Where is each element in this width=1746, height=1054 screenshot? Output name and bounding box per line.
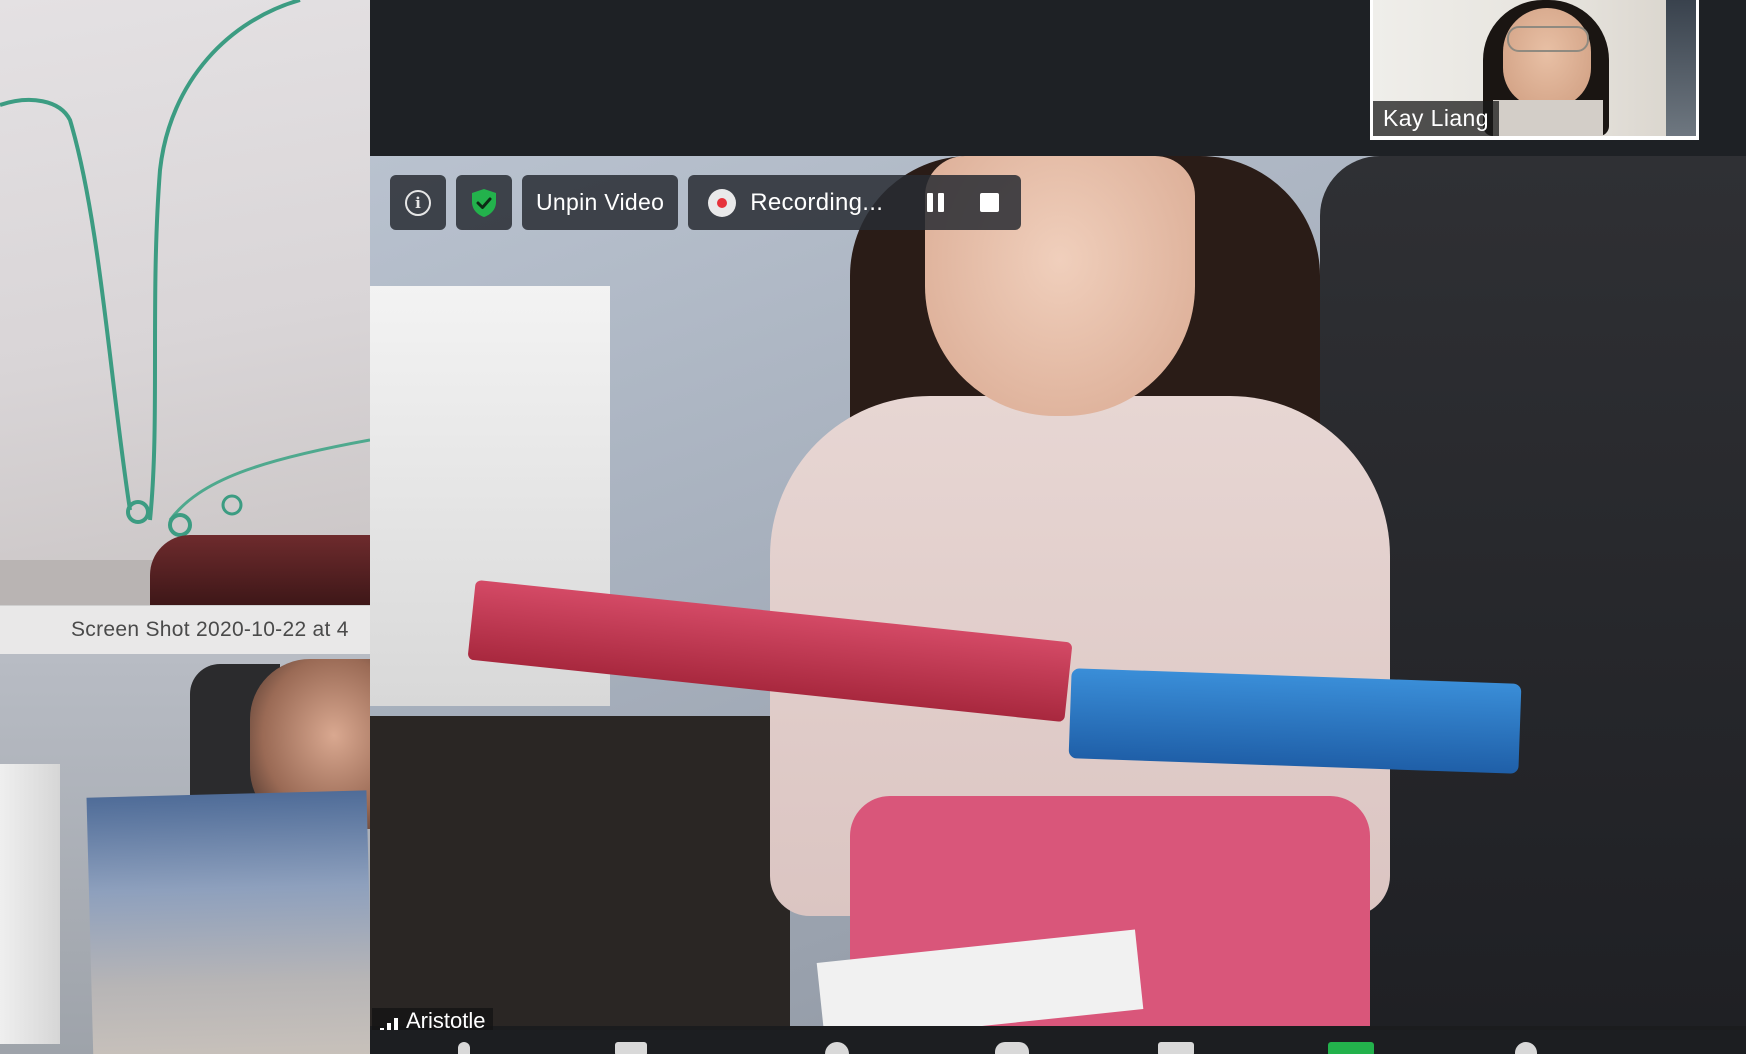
video-camera-icon[interactable]	[615, 1042, 647, 1054]
info-icon: i	[405, 189, 431, 216]
white-boxes	[0, 764, 60, 1044]
pause-recording-button[interactable]	[915, 183, 955, 223]
pinned-main-video[interactable]	[370, 156, 1746, 1026]
stop-icon	[979, 193, 999, 212]
chat-icon[interactable]	[1158, 1042, 1194, 1054]
video-strip: Kay Liang	[370, 0, 1746, 156]
main-video-participant-label: Aristotle	[372, 1008, 494, 1030]
meeting-info-button[interactable]: i	[390, 175, 446, 230]
shirt	[1493, 100, 1603, 136]
reactions-icon[interactable]	[1515, 1042, 1537, 1054]
main-video-participant-name: Aristotle	[406, 1008, 486, 1030]
recording-status-label: Recording...	[750, 188, 884, 216]
shared-file-name: Screen Shot 2020-10-22 at 4	[71, 618, 349, 641]
recording-dot	[717, 197, 728, 208]
share-screen-icon[interactable]	[1328, 1042, 1374, 1054]
zoom-meeting-window: Screen Shot 2020-10-22 at 4 Kay Liang i …	[0, 0, 1746, 1054]
held-photo	[86, 790, 370, 1054]
security-toolbar-icon[interactable]	[825, 1042, 849, 1054]
meeting-toolbar	[370, 1030, 1746, 1054]
recording-control-group: Recording...	[688, 175, 1022, 230]
shared-screen-panel: Screen Shot 2020-10-22 at 4	[0, 0, 370, 1054]
face	[1503, 8, 1591, 108]
signal-strength-icon	[380, 1014, 398, 1030]
side-table	[370, 716, 790, 1026]
video-overlay-controls: i Unpin Video Recording...	[390, 175, 1022, 230]
thumbnail-participant-name: Kay Liang	[1373, 101, 1499, 136]
stop-recording-button[interactable]	[969, 183, 1009, 223]
shared-whiteboard-photo	[0, 0, 370, 605]
shield-check-icon	[472, 188, 496, 217]
thumbnail-video-kay-liang[interactable]: Kay Liang	[1370, 0, 1699, 140]
shared-screen-lower-image	[0, 654, 370, 1054]
microphone-icon[interactable]	[458, 1042, 470, 1054]
security-button[interactable]	[456, 175, 512, 230]
recording-indicator-icon	[708, 188, 737, 217]
maroon-object	[150, 535, 370, 605]
participants-icon[interactable]	[995, 1042, 1029, 1054]
shared-file-name-bar: Screen Shot 2020-10-22 at 4	[0, 605, 370, 655]
whiteboard-drawing	[0, 0, 370, 537]
blue-toy-train	[1068, 668, 1522, 774]
glasses	[1507, 26, 1589, 52]
unpin-video-button[interactable]: Unpin Video	[522, 175, 679, 230]
background-window	[1666, 0, 1696, 136]
pause-icon	[926, 193, 944, 212]
